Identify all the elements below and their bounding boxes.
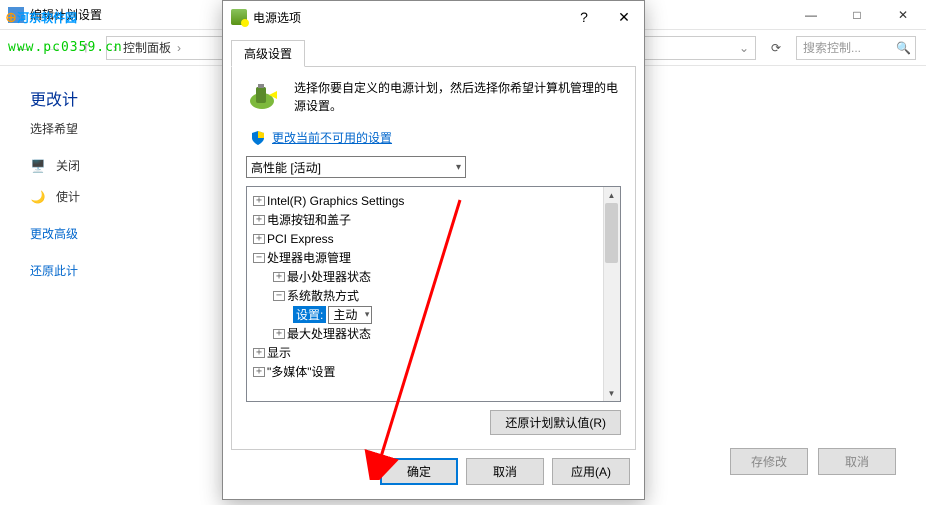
settings-tree[interactable]: +Intel(R) Graphics Settings +电源按钮和盖子 +PC… xyxy=(246,186,621,402)
apply-button[interactable]: 应用(A) xyxy=(552,458,630,485)
minimize-button[interactable]: — xyxy=(788,0,834,30)
cooling-setting-combo[interactable]: 主动 xyxy=(328,306,372,324)
tree-node-buttons-lid[interactable]: +电源按钮和盖子 xyxy=(251,210,616,229)
tree-scrollbar[interactable]: ▲ ▼ xyxy=(603,187,620,401)
cancel-button[interactable]: 取消 xyxy=(466,458,544,485)
breadcrumb-dropdown-icon[interactable]: ⌄ xyxy=(739,41,749,55)
power-plan-value: 高性能 [活动] xyxy=(251,159,321,176)
tree-node-multimedia[interactable]: +"多媒体"设置 xyxy=(251,362,616,381)
maximize-button[interactable]: □ xyxy=(834,0,880,30)
tree-node-cooling-setting[interactable]: 设置: 主动 xyxy=(251,305,616,324)
tree-node-pci[interactable]: +PCI Express xyxy=(251,229,616,248)
setting-sleep-label: 使计 xyxy=(56,188,80,205)
change-unavailable-link[interactable]: 更改当前不可用的设置 xyxy=(272,129,392,146)
restore-defaults-button[interactable]: 还原计划默认值(R) xyxy=(490,410,621,435)
breadcrumb-item[interactable]: 控制面板 xyxy=(123,39,171,56)
monitor-icon: 🖥️ xyxy=(30,158,46,174)
shield-icon xyxy=(250,130,266,146)
battery-large-icon xyxy=(246,79,282,115)
dialog-description: 选择你要自定义的电源计划，然后选择你希望计算机管理的电源设置。 xyxy=(294,79,621,115)
scroll-thumb[interactable] xyxy=(605,203,618,263)
scroll-up-icon[interactable]: ▲ xyxy=(603,187,620,203)
scroll-down-icon[interactable]: ▼ xyxy=(603,385,620,401)
tree-node-cooling[interactable]: −系统散热方式 xyxy=(251,286,616,305)
tree-node-max-cpu[interactable]: +最大处理器状态 xyxy=(251,324,616,343)
tab-advanced[interactable]: 高级设置 xyxy=(231,40,305,67)
help-button[interactable]: ? xyxy=(564,1,604,33)
tree-node-display[interactable]: +显示 xyxy=(251,343,616,362)
tree-node-cpu-power[interactable]: −处理器电源管理 xyxy=(251,248,616,267)
ok-button[interactable]: 确定 xyxy=(380,458,458,485)
setting-display-label: 关闭 xyxy=(56,157,80,174)
close-button[interactable]: ✕ xyxy=(880,0,926,30)
tree-node-min-cpu[interactable]: +最小处理器状态 xyxy=(251,267,616,286)
search-placeholder: 搜索控制... xyxy=(803,39,861,56)
parent-save-button[interactable]: 存修改 xyxy=(730,448,808,475)
search-input[interactable]: 搜索控制... 🔍 xyxy=(796,36,916,60)
dialog-title: 电源选项 xyxy=(253,9,301,26)
site-watermark: ⊕河东软件园 xyxy=(5,5,77,28)
tree-node-graphics[interactable]: +Intel(R) Graphics Settings xyxy=(251,191,616,210)
site-url: www.pc0359.cn xyxy=(8,40,123,55)
power-options-dialog: 电源选项 ? ✕ 高级设置 选择你要自定义的电源计划，然后选择你希望计算机管理的… xyxy=(222,0,645,500)
dialog-content: 选择你要自定义的电源计划，然后选择你希望计算机管理的电源设置。 更改当前不可用的… xyxy=(231,66,636,450)
parent-cancel-button[interactable]: 取消 xyxy=(818,448,896,475)
dialog-titlebar[interactable]: 电源选项 ? ✕ xyxy=(223,1,644,33)
battery-icon xyxy=(231,9,247,25)
search-icon: 🔍 xyxy=(896,41,911,55)
refresh-button[interactable]: ⟳ xyxy=(764,36,788,60)
power-plan-combo[interactable]: 高性能 [活动] xyxy=(246,156,466,178)
moon-icon: 🌙 xyxy=(30,189,46,205)
cooling-setting-label: 设置: xyxy=(293,306,326,323)
dialog-close-button[interactable]: ✕ xyxy=(604,1,644,33)
